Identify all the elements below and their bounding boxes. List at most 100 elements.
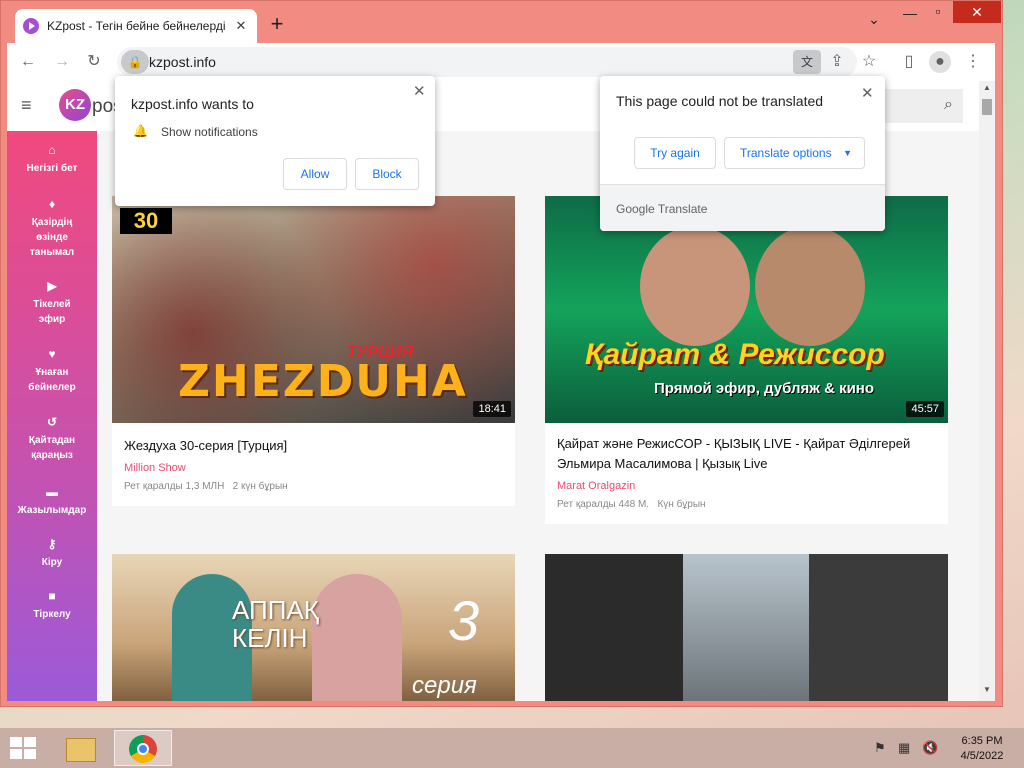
person-right-image (755, 226, 865, 346)
minimize-icon[interactable]: — (897, 3, 923, 23)
bookmark-star-icon[interactable]: ☆ (858, 51, 880, 73)
translate-message: This page could not be translated (616, 93, 824, 109)
tab-search-chevron-icon[interactable]: ⌄ (861, 9, 887, 29)
window-close-icon[interactable]: ✕ (953, 1, 1001, 23)
search-icon[interactable]: ⌕ (944, 96, 953, 114)
thumbnail-title-text: Қайрат & Режиссор (585, 338, 885, 371)
browser-tab[interactable]: KZpost - Тегін бейне бейнелерді ✕ (15, 9, 257, 43)
view-count: Рет қаралды 448 М. (557, 499, 650, 510)
channel-name[interactable]: Million Show (124, 462, 186, 474)
video-thumbnail[interactable]: АППАҚ КЕЛІН 3 серия (112, 554, 515, 701)
try-again-button[interactable]: Try again (634, 137, 716, 169)
sidebar-item-history[interactable]: ↺ Қайтадан қараңыз (7, 415, 97, 463)
site-logo[interactable]: KZ (59, 89, 91, 121)
url-text: kzpost.info (149, 54, 216, 70)
block-button[interactable]: Block (355, 158, 419, 190)
left-photo-image (545, 554, 683, 701)
kzpost-favicon-icon (23, 18, 39, 34)
notification-permission-popup: kzpost.info wants to ✕ 🔔 Show notificati… (115, 76, 435, 206)
bell-icon: 🔔 (133, 124, 148, 138)
right-photo-image (809, 554, 948, 701)
video-duration: 18:41 (473, 401, 511, 417)
sidebar-item-label: Ұнаған бейнелер (28, 367, 76, 393)
sidebar-item-login[interactable]: ⚷ Кіру (7, 537, 97, 570)
thumbnail-title-text: ZHEZDUHA (178, 356, 468, 407)
episode-badge: 3 (448, 589, 480, 652)
scroll-thumb[interactable] (982, 99, 992, 115)
video-card[interactable]: 30 ТУРЦИЯ ZHEZDUHA 18:41 Жездуха 30-сери… (112, 196, 515, 506)
translate-options-label: Translate options (740, 146, 832, 160)
sidebar-item-label: Жазылымдар (17, 505, 87, 516)
sidebar-item-live[interactable]: ▶ Тікелей эфир (7, 279, 97, 327)
translate-options-button[interactable]: Translate options ▼ (724, 137, 865, 169)
reload-icon[interactable]: ↻ (83, 51, 105, 73)
scroll-up-icon[interactable]: ▲ (983, 83, 991, 92)
video-thumbnail[interactable] (545, 554, 948, 701)
allow-button[interactable]: Allow (283, 158, 347, 190)
video-card[interactable]: АППАҚ КЕЛІН 3 серия (112, 554, 515, 701)
hamburger-menu-icon[interactable]: ≡ (21, 95, 32, 116)
menu-kebab-icon[interactable]: ⋮ (962, 51, 984, 73)
sidebar-item-label: Кіру (41, 557, 63, 568)
action-center-flag-icon[interactable]: ⚑ (874, 740, 886, 756)
video-meta: Рет қаралды 448 М. Күн бұрын (557, 499, 706, 510)
page-scrollbar[interactable]: ▲ ▼ (979, 81, 995, 701)
volume-muted-icon[interactable]: 🔇 (922, 740, 938, 756)
video-title[interactable]: Қайрат және РежисСОР - ҚЫЗЫҚ LIVE - Қайр… (557, 434, 937, 474)
system-clock[interactable]: 6:35 PM 4/5/2022 (952, 734, 1012, 764)
site-sidebar: ⌂ Негізгі бет ♦ Қазірдің өзінде танымал … (7, 131, 97, 701)
tab-strip: KZpost - Тегін бейне бейнелерді ✕ + ⌄ — … (1, 1, 1002, 43)
sidebar-item-register[interactable]: ■ Тіркелу (7, 589, 97, 622)
tab-title: KZpost - Тегін бейне бейнелерді (47, 19, 225, 33)
popup-title: kzpost.info wants to (131, 96, 254, 112)
sidebar-item-label: Қазірдің өзінде танымал (29, 217, 75, 258)
channel-name[interactable]: Marat Oralgazin (557, 480, 635, 492)
video-card[interactable] (545, 554, 948, 701)
restore-icon[interactable]: ▫ (925, 1, 951, 21)
sidebar-item-label: Негізгі бет (26, 163, 78, 174)
windows-start-icon[interactable] (10, 737, 38, 761)
file-explorer-icon[interactable] (58, 732, 104, 766)
video-duration: 45:57 (906, 401, 944, 417)
clock-time: 6:35 PM (961, 735, 1003, 747)
forward-arrow-icon[interactable]: → (51, 51, 73, 73)
chrome-taskbar-button[interactable] (114, 730, 172, 766)
dropdown-arrow-icon: ▼ (843, 148, 852, 158)
back-arrow-icon[interactable]: ← (17, 51, 39, 73)
new-tab-icon[interactable]: + (265, 13, 289, 37)
taskbar: ⚑ ▦ 🔇 6:35 PM 4/5/2022 (0, 728, 1024, 768)
folder-icon: ▬ (46, 485, 58, 499)
episode-badge: 30 (120, 208, 172, 234)
sidebar-item-trending[interactable]: ♦ Қазірдің өзінде танымал (7, 197, 97, 260)
video-thumbnail[interactable]: 30 ТУРЦИЯ ZHEZDUHA 18:41 (112, 196, 515, 423)
video-title[interactable]: Жездуха 30-серия [Турция] (124, 436, 287, 456)
person-left-image (640, 226, 750, 346)
center-photo-image (683, 554, 809, 701)
sidebar-item-liked[interactable]: ♥ Ұнаған бейнелер (7, 347, 97, 395)
flame-icon: ♦ (48, 197, 56, 211)
thumbnail-subtitle: серия (412, 672, 477, 699)
side-panel-icon[interactable]: ▯ (898, 51, 920, 73)
video-meta: Рет қаралды 1,3 МЛН 2 күн бұрын (124, 481, 288, 492)
sidebar-item-label: Қайтадан қараңыз (28, 435, 76, 461)
upload-age: 2 күн бұрын (232, 481, 288, 492)
popup-close-icon[interactable]: ✕ (413, 82, 426, 100)
live-tv-icon: ▶ (47, 279, 57, 293)
video-card[interactable]: Қайрат & Режиссор Прямой эфир, дубляж & … (545, 196, 948, 524)
view-count: Рет қаралды 1,3 МЛН (124, 481, 225, 492)
profile-avatar-icon[interactable]: ● (929, 51, 951, 73)
sidebar-item-subscriptions[interactable]: ▬ Жазылымдар (7, 485, 97, 518)
scroll-down-icon[interactable]: ▼ (983, 685, 991, 694)
network-icon[interactable]: ▦ (898, 740, 910, 756)
sidebar-item-home[interactable]: ⌂ Негізгі бет (7, 143, 97, 176)
key-icon: ⚷ (47, 537, 57, 551)
translate-footer: Google Translate (600, 184, 885, 231)
translate-popup: This page could not be translated ✕ Try … (600, 76, 885, 231)
share-icon[interactable]: ⇪ (826, 51, 848, 73)
address-bar[interactable]: 🔒 kzpost.info 文 (117, 47, 857, 77)
upload-age: Күн бұрын (657, 499, 706, 510)
translate-icon[interactable]: 文 (793, 50, 821, 74)
tab-close-icon[interactable]: ✕ (233, 18, 249, 34)
lock-icon[interactable]: 🔒 (121, 50, 149, 74)
popup-close-icon[interactable]: ✕ (861, 84, 874, 102)
